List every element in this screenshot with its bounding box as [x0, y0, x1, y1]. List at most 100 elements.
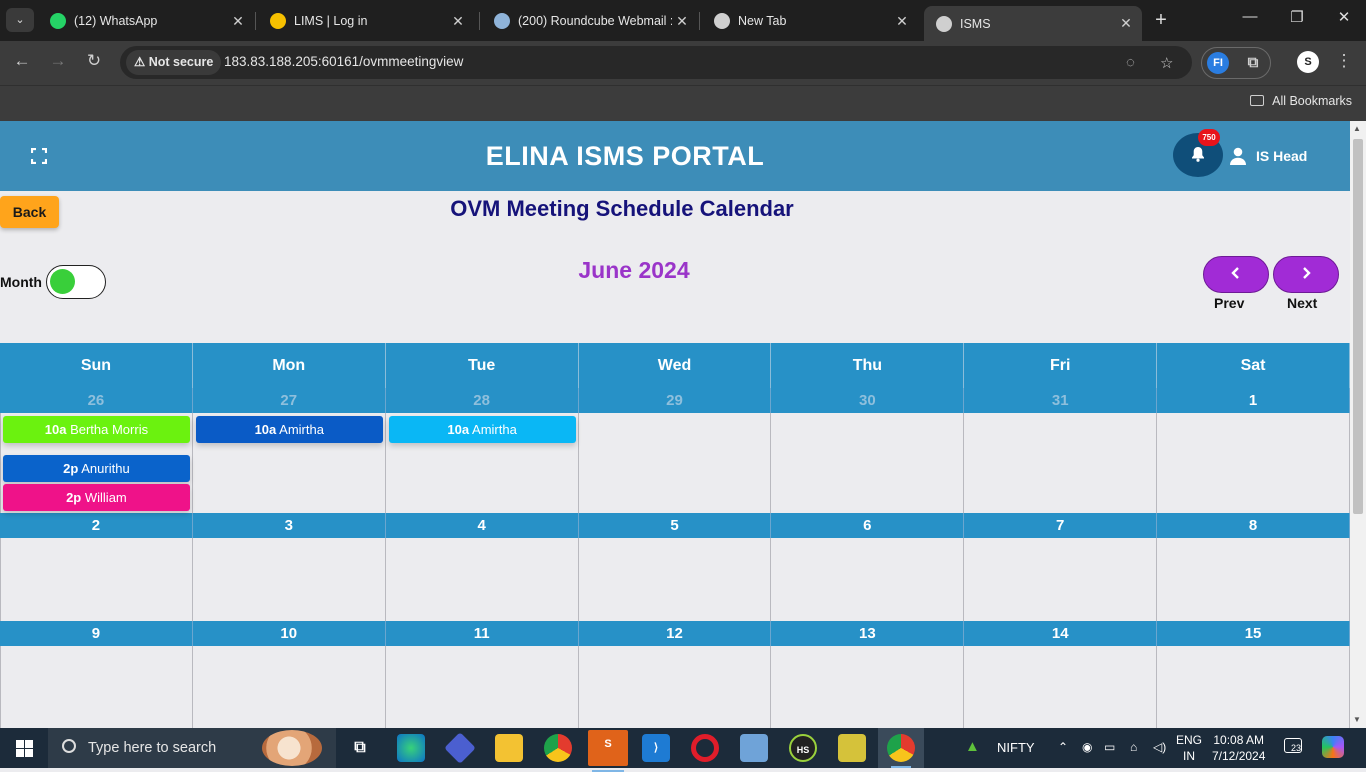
- next-month-button[interactable]: [1273, 256, 1339, 293]
- day-number[interactable]: 3: [193, 513, 386, 538]
- stock-chart-icon[interactable]: ▲: [965, 738, 980, 755]
- day-cell[interactable]: [964, 413, 1158, 513]
- all-bookmarks-button[interactable]: All Bookmarks: [1250, 94, 1352, 108]
- browser-tab[interactable]: (12) WhatsApp ✕: [38, 6, 254, 36]
- close-tab-icon[interactable]: ✕: [892, 13, 912, 30]
- day-number[interactable]: 7: [964, 513, 1158, 538]
- day-cell[interactable]: [193, 538, 386, 621]
- hs-app-icon[interactable]: HS: [789, 734, 817, 762]
- day-cell[interactable]: [579, 413, 772, 513]
- day-number[interactable]: 12: [579, 621, 772, 646]
- day-number[interactable]: 27: [193, 388, 386, 413]
- day-number[interactable]: 13: [771, 621, 965, 646]
- day-cell[interactable]: [1157, 413, 1350, 513]
- back-arrow-icon[interactable]: ←: [10, 51, 34, 71]
- day-number[interactable]: 2: [0, 513, 193, 538]
- prev-month-button[interactable]: [1203, 256, 1269, 293]
- calendar-event[interactable]: 10a Bertha Morris: [3, 416, 190, 443]
- day-number[interactable]: 26: [0, 388, 193, 413]
- edge-icon[interactable]: [397, 734, 425, 762]
- minimize-icon[interactable]: —: [1236, 8, 1264, 25]
- day-number[interactable]: 31: [964, 388, 1158, 413]
- scroll-up-icon[interactable]: ▲: [1353, 124, 1361, 133]
- day-cell[interactable]: [1157, 646, 1350, 728]
- day-cell[interactable]: [771, 538, 965, 621]
- browser-tab[interactable]: New Tab ✕: [702, 6, 918, 36]
- day-number[interactable]: 9: [0, 621, 193, 646]
- battery-icon[interactable]: ▭: [1104, 740, 1115, 754]
- day-cell[interactable]: [0, 538, 193, 621]
- browser-tab[interactable]: (200) Roundcube Webmail :: ✕: [482, 6, 698, 36]
- day-cell[interactable]: [579, 538, 772, 621]
- day-number[interactable]: 8: [1157, 513, 1350, 538]
- task-view-icon[interactable]: ⧉: [346, 734, 374, 762]
- eye-slash-icon[interactable]: ◌: [1126, 54, 1135, 71]
- calendar-event[interactable]: 2p William: [3, 484, 190, 511]
- tab-search-button[interactable]: ⌄: [6, 8, 34, 32]
- notifications-button[interactable]: 750: [1173, 129, 1223, 177]
- day-cell[interactable]: 10a Amirtha: [193, 413, 386, 513]
- address-bar[interactable]: ⚠ Not secure 183.83.188.205:60161/ovmmee…: [120, 46, 1192, 79]
- day-number[interactable]: 4: [386, 513, 579, 538]
- notification-center-icon[interactable]: 23: [1284, 738, 1302, 753]
- windows-start-icon[interactable]: [16, 740, 33, 757]
- day-cell[interactable]: 10a Amirtha: [386, 413, 579, 513]
- skype-taskbar-icon[interactable]: S: [588, 730, 628, 772]
- scroll-thumb[interactable]: [1353, 139, 1363, 514]
- file-explorer-icon[interactable]: [495, 734, 523, 762]
- day-cell[interactable]: [771, 646, 965, 728]
- day-cell[interactable]: [579, 646, 772, 728]
- notepad-icon[interactable]: [740, 734, 768, 762]
- day-cell[interactable]: [386, 646, 579, 728]
- day-number[interactable]: 6: [771, 513, 965, 538]
- day-cell[interactable]: [964, 646, 1158, 728]
- close-window-icon[interactable]: ✕: [1330, 8, 1358, 26]
- user-menu[interactable]: IS Head: [1229, 147, 1307, 165]
- page-scrollbar[interactable]: ▲ ▼: [1350, 121, 1366, 728]
- day-number[interactable]: 1: [1157, 388, 1350, 413]
- chrome-profile-taskbar-icon[interactable]: [887, 734, 915, 768]
- browser-tab[interactable]: LIMS | Log in ✕: [258, 6, 474, 36]
- tray-app-icon[interactable]: ◉: [1082, 740, 1092, 754]
- calendar-event[interactable]: 10a Amirtha: [195, 416, 383, 443]
- day-cell[interactable]: 10a Bertha Morris 2p Anurithu 2p William: [0, 413, 193, 513]
- language-indicator[interactable]: ENG IN: [1176, 732, 1202, 764]
- day-cell[interactable]: [193, 646, 386, 728]
- browser-menu-icon[interactable]: ⋮: [1332, 51, 1356, 71]
- scroll-down-icon[interactable]: ▼: [1353, 715, 1361, 724]
- url-text[interactable]: 183.83.188.205:60161/ovmmeetingview: [224, 54, 463, 69]
- profile-avatar-icon[interactable]: S: [1297, 51, 1319, 73]
- day-number[interactable]: 15: [1157, 621, 1350, 646]
- bookmark-star-icon[interactable]: ☆: [1160, 54, 1173, 72]
- restore-icon[interactable]: ❐: [1283, 8, 1311, 26]
- forward-arrow-icon[interactable]: →: [46, 51, 70, 71]
- git-app-icon[interactable]: [444, 732, 476, 764]
- taskbar-clock[interactable]: 10:08 AM 7/12/2024: [1212, 732, 1265, 764]
- close-tab-icon[interactable]: ✕: [228, 13, 248, 30]
- day-number[interactable]: 30: [771, 388, 965, 413]
- day-number[interactable]: 5: [579, 513, 772, 538]
- close-tab-icon[interactable]: ✕: [448, 13, 468, 30]
- extensions-puzzle-icon[interactable]: ⧉: [1242, 52, 1264, 74]
- day-cell[interactable]: [386, 538, 579, 621]
- reload-icon[interactable]: ↻: [82, 51, 106, 71]
- stock-ticker-label[interactable]: NIFTY: [997, 740, 1035, 755]
- day-number[interactable]: 29: [579, 388, 772, 413]
- close-tab-icon[interactable]: ✕: [672, 13, 692, 30]
- chrome-taskbar-icon[interactable]: [544, 734, 572, 762]
- day-number[interactable]: 10: [193, 621, 386, 646]
- day-cell[interactable]: [771, 413, 965, 513]
- day-number[interactable]: 14: [964, 621, 1158, 646]
- browser-tab[interactable]: ISMS ✕: [924, 6, 1142, 41]
- tray-chevron-icon[interactable]: ⌃: [1058, 740, 1068, 754]
- close-tab-icon[interactable]: ✕: [1116, 15, 1136, 32]
- day-cell[interactable]: [0, 646, 193, 728]
- copilot-icon[interactable]: [1322, 736, 1344, 758]
- security-chip[interactable]: ⚠ Not secure: [126, 50, 222, 75]
- snip-tool-icon[interactable]: [838, 734, 866, 762]
- vscode-icon[interactable]: ⟩: [642, 734, 670, 762]
- day-number[interactable]: 11: [386, 621, 579, 646]
- day-number[interactable]: 28: [386, 388, 579, 413]
- day-cell[interactable]: [1157, 538, 1350, 621]
- network-icon[interactable]: ⌂: [1130, 740, 1137, 754]
